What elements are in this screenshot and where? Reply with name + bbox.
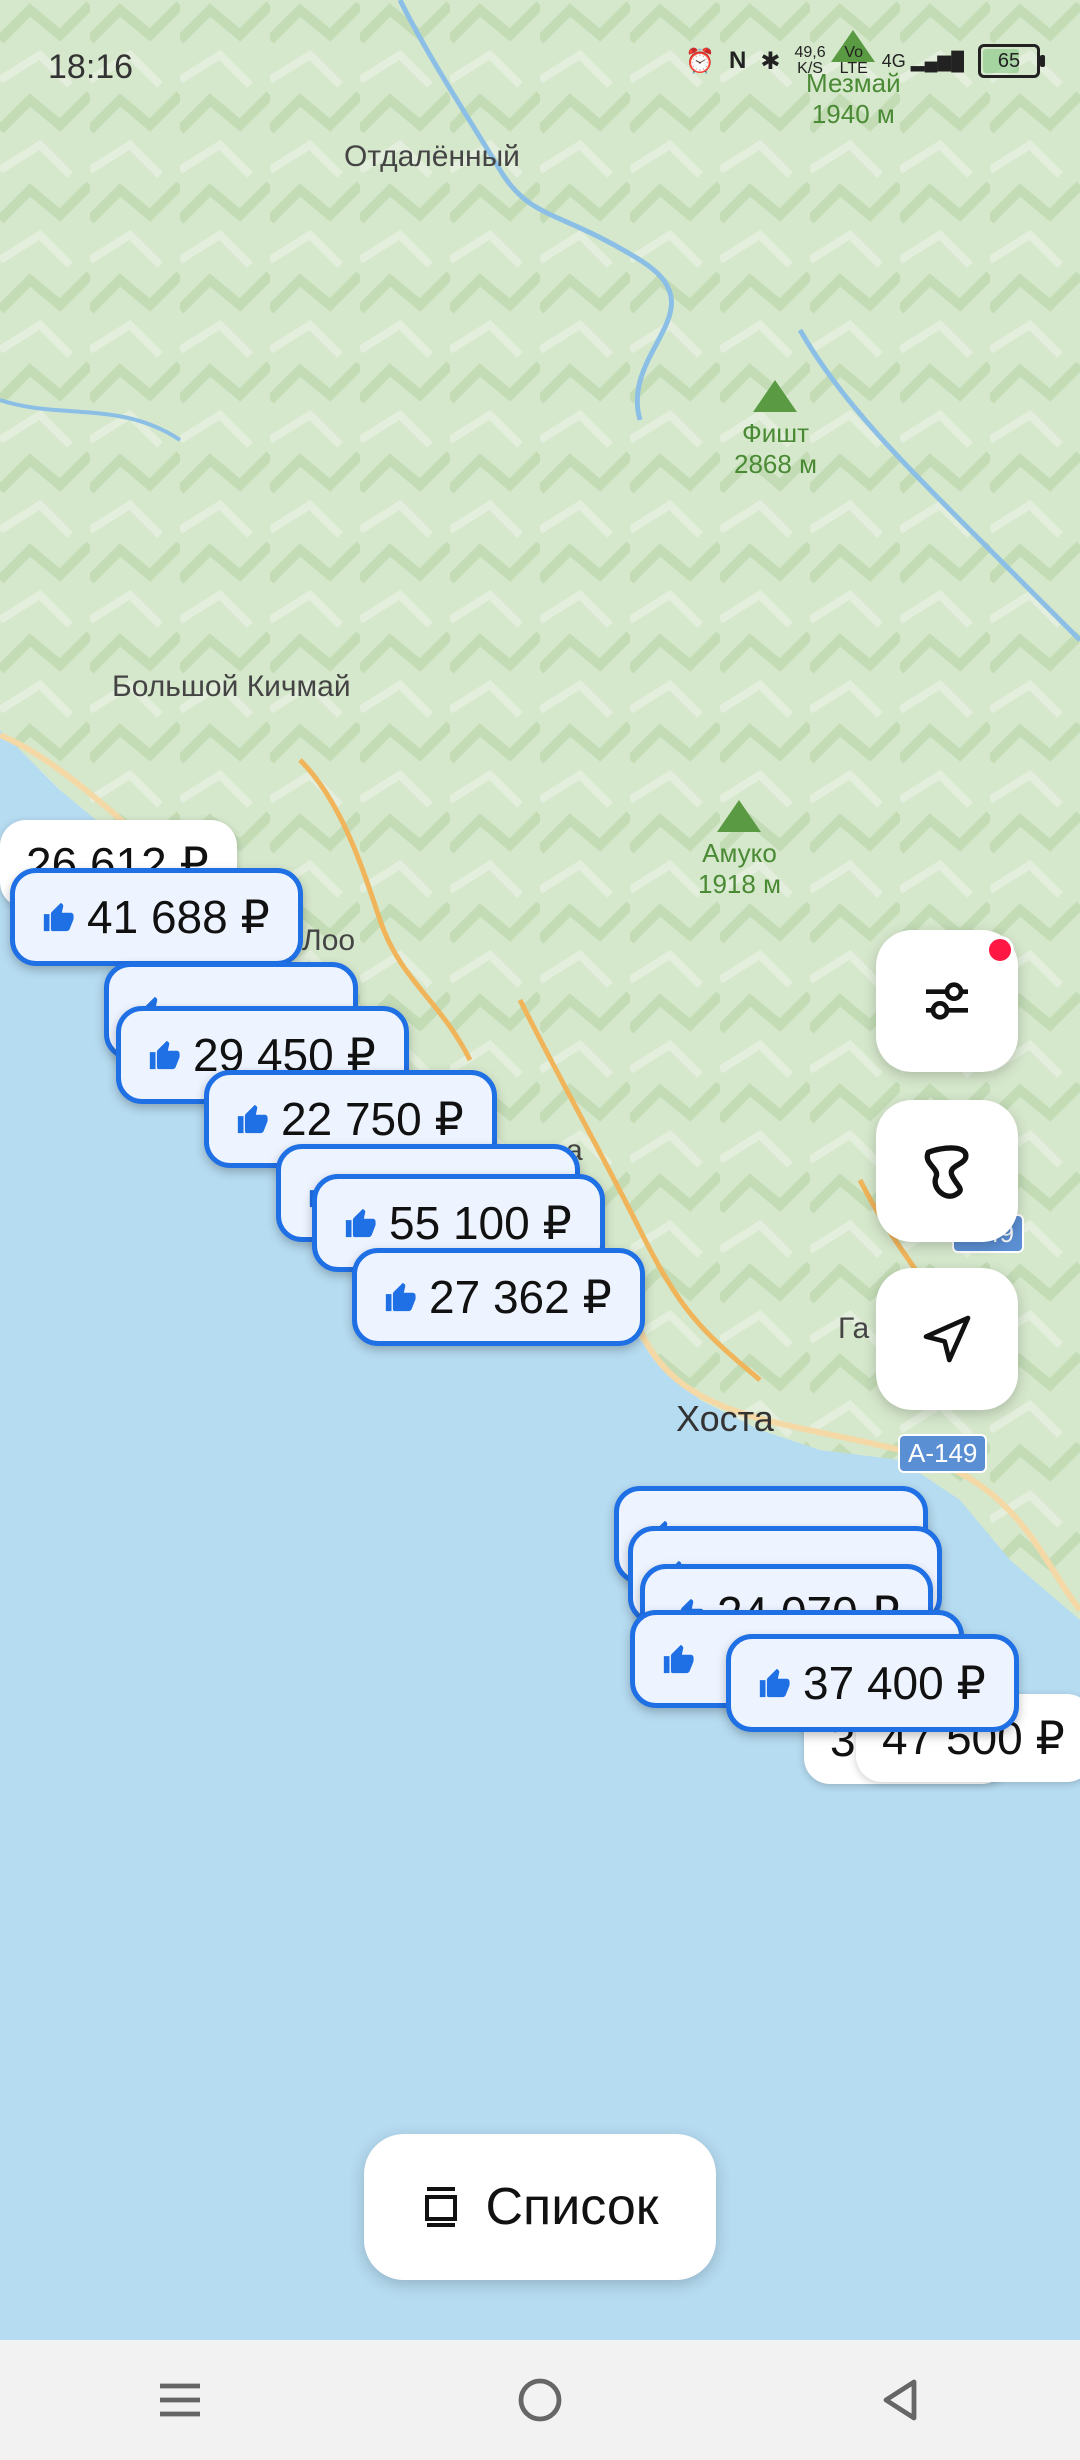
network-speed-value: 49,6 (794, 44, 826, 61)
draw-area-button[interactable] (876, 1100, 1018, 1242)
peak-name: Фишт (741, 418, 809, 448)
network-generation: 4G (881, 50, 906, 71)
status-bar: 18:16 ⏰ N ✱ 49,6 K/S Vo LTE 4G ▂▄▆█ 65 (0, 0, 1080, 130)
price-pin-recommended[interactable]: 37 400 ₽ (726, 1634, 1019, 1732)
back-nav-button[interactable] (860, 2360, 940, 2440)
peak-marker: Фишт 2868 м (734, 380, 817, 480)
volte-indicator: Vo LTE (840, 45, 868, 77)
price-pin-recommended[interactable]: 41 688 ₽ (10, 868, 303, 966)
place-label: Лоо (302, 924, 356, 957)
location-arrow-icon (923, 1315, 971, 1363)
my-location-button[interactable] (876, 1268, 1018, 1410)
mountain-icon (753, 380, 798, 412)
price-label: 27 362 ₽ (429, 1271, 612, 1323)
back-triangle-icon (883, 2379, 917, 2421)
menu-icon (160, 2383, 200, 2417)
lte-label: LTE (839, 60, 868, 77)
alarm-icon: ⏰ (685, 47, 716, 75)
filters-button[interactable] (876, 930, 1018, 1072)
thumbs-up-icon (149, 1040, 180, 1070)
mountain-icon (717, 800, 762, 832)
system-nav-bar (0, 2340, 1080, 2460)
menu-nav-button[interactable] (140, 2360, 220, 2440)
price-label: 55 100 ₽ (389, 1197, 572, 1249)
place-label: Отдалённый (344, 140, 520, 173)
place-label: Хоста (676, 1398, 774, 1439)
notification-dot (986, 936, 1014, 964)
home-nav-button[interactable] (500, 2360, 580, 2440)
peak-name: Амуко (702, 838, 777, 868)
draw-area-icon (924, 1145, 969, 1199)
thumbs-up-icon (237, 1104, 268, 1134)
thumbs-up-icon (385, 1282, 416, 1312)
place-label: Большой Кичмай (112, 670, 351, 703)
price-label: 41 688 ₽ (87, 891, 270, 943)
map-view[interactable]: Отдалённый Большой Кичмай Лоо Хоста Га а… (0, 0, 1080, 2340)
filters-icon (926, 982, 968, 1020)
thumbs-up-icon (43, 902, 74, 932)
volte-label: Vo (844, 44, 864, 61)
peak-height: 2868 м (734, 449, 817, 480)
clock: 18:16 (48, 48, 134, 86)
peak-height: 1918 м (698, 869, 781, 900)
thumbs-up-icon (759, 1668, 790, 1698)
bluetooth-icon: ✱ (760, 47, 781, 75)
price-label: 37 400 ₽ (803, 1657, 986, 1709)
network-speed-unit: K/S (797, 60, 823, 77)
signal-icon: 4G ▂▄▆█ (881, 50, 964, 71)
place-label: Га (838, 1312, 870, 1345)
nfc-icon: N (729, 47, 747, 74)
status-icons: ⏰ N ✱ 49,6 K/S Vo LTE 4G ▂▄▆█ 65 (685, 44, 1045, 78)
home-circle-icon (518, 2378, 562, 2422)
price-label: 22 750 ₽ (281, 1093, 464, 1145)
thumbs-up-icon (663, 1644, 694, 1674)
network-speed: 49,6 K/S (794, 45, 825, 77)
thumbs-up-icon (345, 1208, 376, 1238)
list-button-label: Список (485, 2178, 659, 2236)
battery-icon: 65 (978, 44, 1045, 78)
list-view-button[interactable]: Список (364, 2134, 716, 2280)
road-sign: А-149 (898, 1434, 988, 1473)
list-icon (425, 2187, 458, 2227)
price-pin-recommended[interactable]: 27 362 ₽ (352, 1248, 645, 1346)
battery-level: 65 (997, 50, 1021, 72)
peak-marker: Амуко 1918 м (698, 800, 781, 900)
